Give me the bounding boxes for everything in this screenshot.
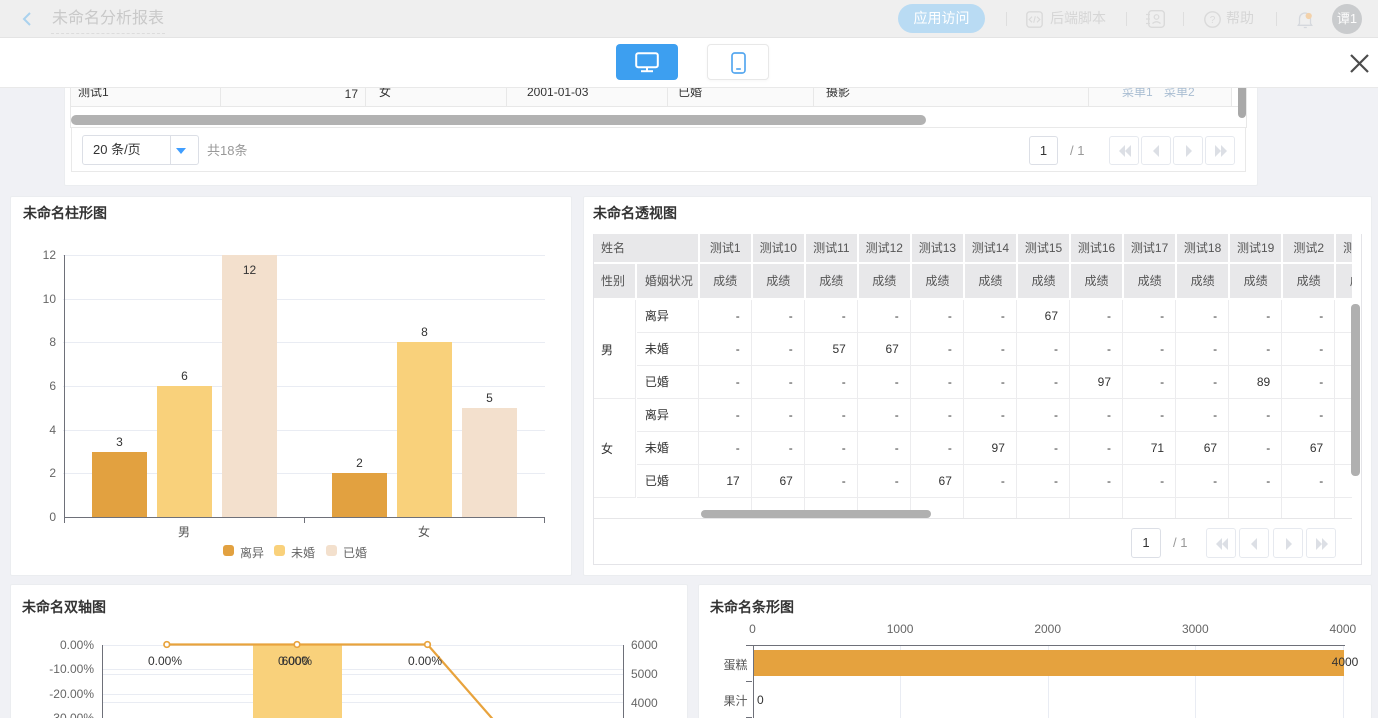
svg-text:?: ? [1210, 15, 1216, 26]
